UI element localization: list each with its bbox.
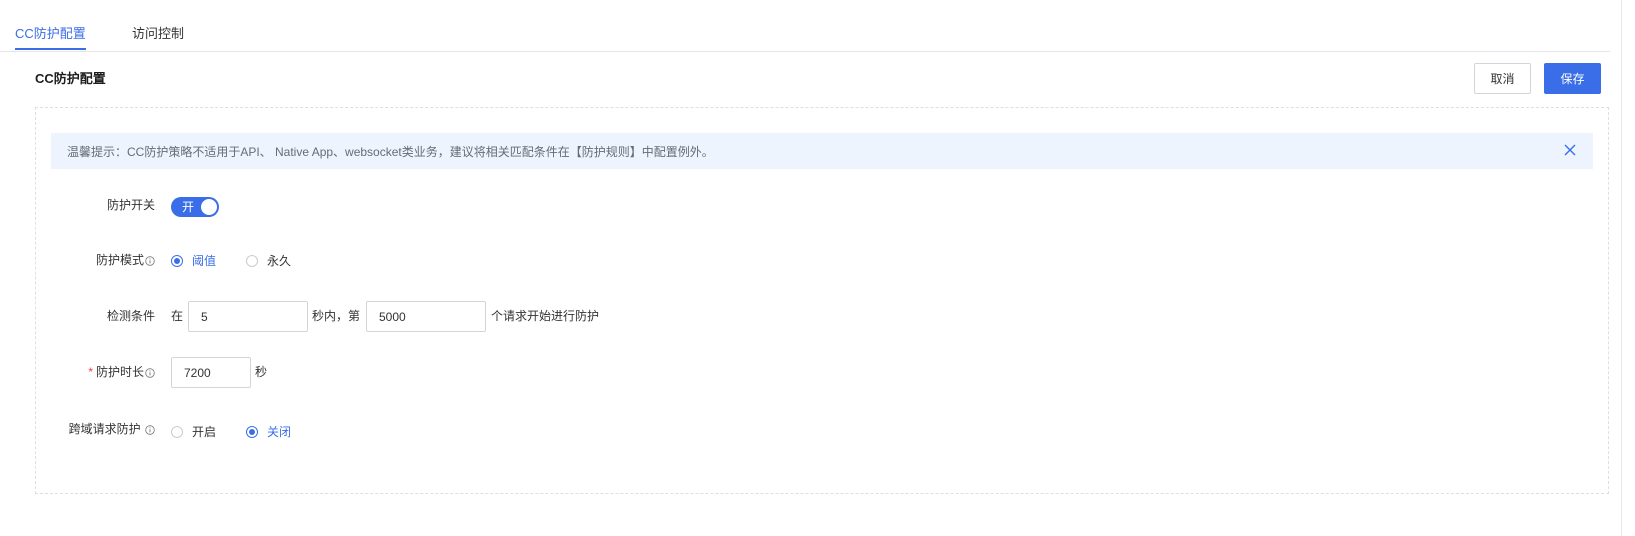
tab-access-control[interactable]: 访问控制 bbox=[132, 26, 184, 42]
duration-label: * 防护时长 bbox=[35, 364, 155, 380]
cross-origin-label-text: 跨域请求防护 bbox=[68, 422, 141, 436]
cross-radio-off[interactable]: 关闭 bbox=[246, 423, 291, 440]
mode-label-text: 防护模式 bbox=[95, 253, 144, 267]
tab-cc-protection[interactable]: CC防护配置 bbox=[15, 26, 86, 50]
detect-suffix: 个请求开始进行防护 bbox=[491, 309, 600, 323]
detect-prefix: 在 bbox=[171, 309, 184, 323]
cancel-button[interactable]: 取消 bbox=[1474, 63, 1531, 94]
section-title: CC防护配置 bbox=[35, 71, 106, 86]
duration-input[interactable] bbox=[171, 357, 251, 388]
detect-label-text: 检测条件 bbox=[106, 309, 155, 323]
close-icon[interactable] bbox=[1563, 143, 1577, 157]
tab-bar: CC防护配置 访问控制 bbox=[0, 0, 1610, 52]
switch-label: 防护开关 bbox=[35, 197, 155, 213]
radio-circle bbox=[171, 254, 183, 267]
mode-label: 防护模式 bbox=[35, 252, 155, 268]
radio-label: 永久 bbox=[267, 254, 292, 268]
info-icon[interactable] bbox=[145, 256, 155, 266]
info-icon[interactable] bbox=[145, 368, 155, 378]
radio-label: 阈值 bbox=[192, 254, 217, 268]
notice-text: 温馨提示：CC防护策略不适用于API、 Native App、websocket… bbox=[67, 144, 714, 159]
duration-unit: 秒 bbox=[255, 365, 268, 379]
required-mark: * bbox=[88, 365, 93, 379]
detect-middle-text: 秒内，第 bbox=[312, 309, 361, 323]
notice-banner: 温馨提示：CC防护策略不适用于API、 Native App、websocket… bbox=[51, 133, 1593, 169]
toggle-knob bbox=[201, 199, 217, 215]
radio-circle bbox=[171, 425, 183, 438]
mode-radio-permanent[interactable]: 永久 bbox=[246, 252, 291, 269]
radio-label: 关闭 bbox=[267, 425, 292, 439]
radio-circle bbox=[246, 425, 258, 438]
switch-label-text: 防护开关 bbox=[106, 198, 155, 212]
cross-radio-on[interactable]: 开启 bbox=[171, 423, 216, 440]
protection-toggle[interactable]: 开 bbox=[171, 197, 219, 217]
request-count-input[interactable] bbox=[366, 301, 486, 332]
seconds-input[interactable] bbox=[188, 301, 308, 332]
radio-circle bbox=[246, 254, 258, 267]
toggle-state-text: 开 bbox=[182, 200, 195, 214]
scrollbar-track bbox=[1621, 0, 1622, 536]
cross-origin-label: 跨域请求防护 bbox=[35, 421, 155, 437]
radio-label: 开启 bbox=[192, 425, 217, 439]
save-button[interactable]: 保存 bbox=[1544, 63, 1601, 94]
detect-label: 检测条件 bbox=[35, 308, 155, 324]
info-icon[interactable] bbox=[145, 425, 155, 435]
mode-radio-threshold[interactable]: 阈值 bbox=[171, 252, 216, 269]
duration-label-text: 防护时长 bbox=[95, 365, 144, 379]
